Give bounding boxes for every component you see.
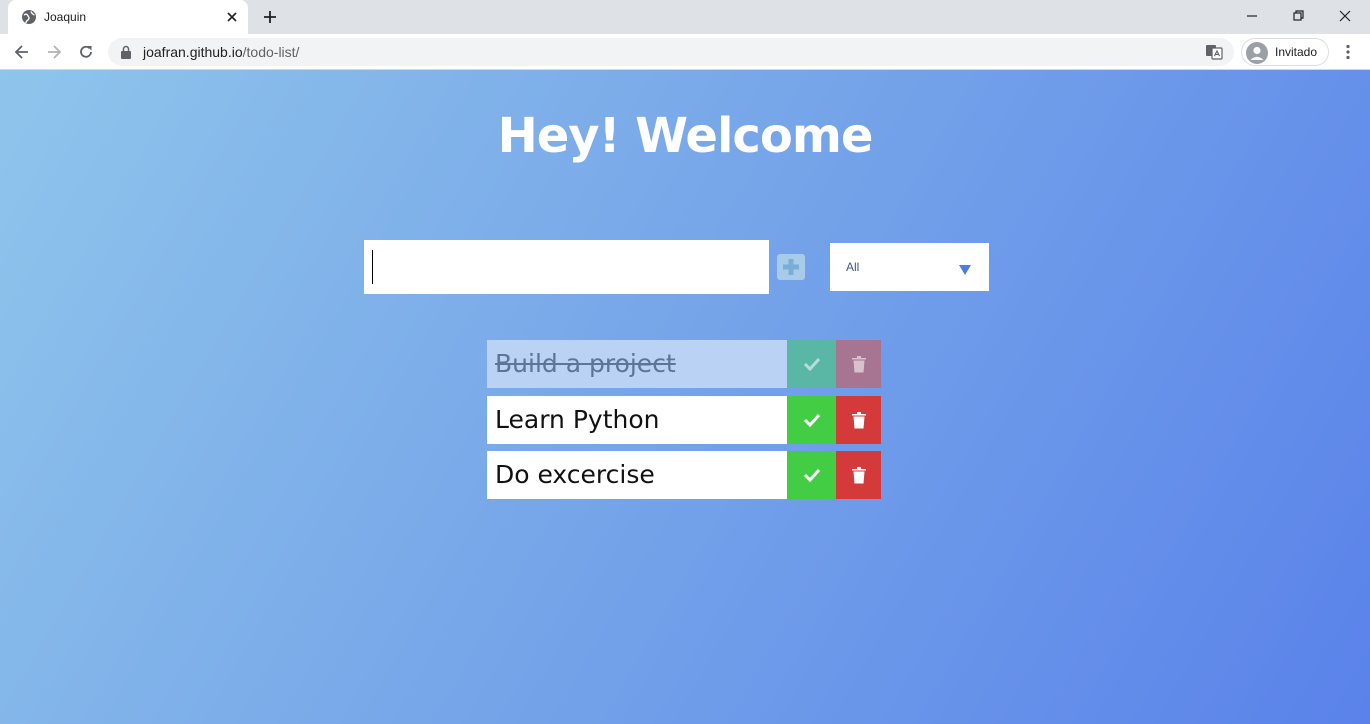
minimize-icon[interactable] bbox=[1242, 6, 1262, 26]
delete-button[interactable] bbox=[836, 396, 881, 444]
close-window-icon[interactable] bbox=[1335, 6, 1355, 26]
tab-title: Joaquin bbox=[44, 10, 87, 24]
avatar-icon bbox=[1246, 42, 1268, 64]
page-title: Hey! Welcome bbox=[497, 108, 874, 164]
check-icon bbox=[803, 413, 820, 427]
browser-tab[interactable]: Joaquin bbox=[8, 0, 248, 34]
todo-item: Do excercise bbox=[487, 451, 881, 499]
back-arrow-icon[interactable] bbox=[12, 42, 32, 62]
url-host: joafran.github.io bbox=[143, 44, 243, 60]
profile-button[interactable]: Invitado bbox=[1241, 38, 1329, 66]
todo-app-page: Hey! Welcome All Build a project Learn P… bbox=[0, 70, 1370, 724]
todo-item: Build a project bbox=[487, 340, 881, 388]
plus-icon bbox=[777, 254, 805, 280]
browser-toolbar: joafran.github.io/todo-list/ Invitado bbox=[0, 34, 1370, 70]
translate-icon[interactable] bbox=[1205, 44, 1223, 60]
address-bar[interactable]: joafran.github.io/todo-list/ bbox=[108, 38, 1234, 66]
profile-name: Invitado bbox=[1275, 45, 1318, 59]
todo-text: Do excercise bbox=[487, 451, 787, 499]
close-tab-icon[interactable] bbox=[225, 10, 239, 24]
globe-icon bbox=[22, 10, 36, 24]
todo-text: Build a project bbox=[487, 340, 787, 388]
add-todo-button[interactable] bbox=[776, 254, 806, 280]
complete-button[interactable] bbox=[787, 451, 836, 499]
forward-arrow-icon[interactable] bbox=[44, 42, 64, 62]
check-icon bbox=[803, 468, 820, 482]
todo-text: Learn Python bbox=[487, 396, 787, 444]
url-path: /todo-list/ bbox=[242, 44, 300, 60]
trash-icon bbox=[851, 356, 866, 373]
filter-select[interactable]: All bbox=[830, 243, 989, 291]
delete-button[interactable] bbox=[836, 451, 881, 499]
todo-input[interactable] bbox=[364, 240, 769, 294]
complete-button[interactable] bbox=[787, 340, 836, 388]
new-tab-icon[interactable] bbox=[262, 9, 278, 25]
trash-icon bbox=[851, 412, 866, 429]
browser-tabstrip: Joaquin bbox=[0, 0, 1370, 34]
more-menu-icon[interactable] bbox=[1338, 42, 1358, 62]
filter-selected-value: All bbox=[846, 260, 860, 274]
todo-item: Learn Python bbox=[487, 396, 881, 444]
dropdown-arrow-icon bbox=[959, 265, 971, 275]
check-icon bbox=[803, 357, 820, 371]
lock-icon[interactable] bbox=[120, 45, 132, 59]
complete-button[interactable] bbox=[787, 396, 836, 444]
trash-icon bbox=[851, 467, 866, 484]
url-text[interactable]: joafran.github.io/todo-list/ bbox=[143, 44, 299, 60]
delete-button[interactable] bbox=[836, 340, 881, 388]
text-cursor bbox=[372, 250, 373, 284]
reload-icon[interactable] bbox=[76, 42, 96, 62]
restore-icon[interactable] bbox=[1288, 6, 1308, 26]
